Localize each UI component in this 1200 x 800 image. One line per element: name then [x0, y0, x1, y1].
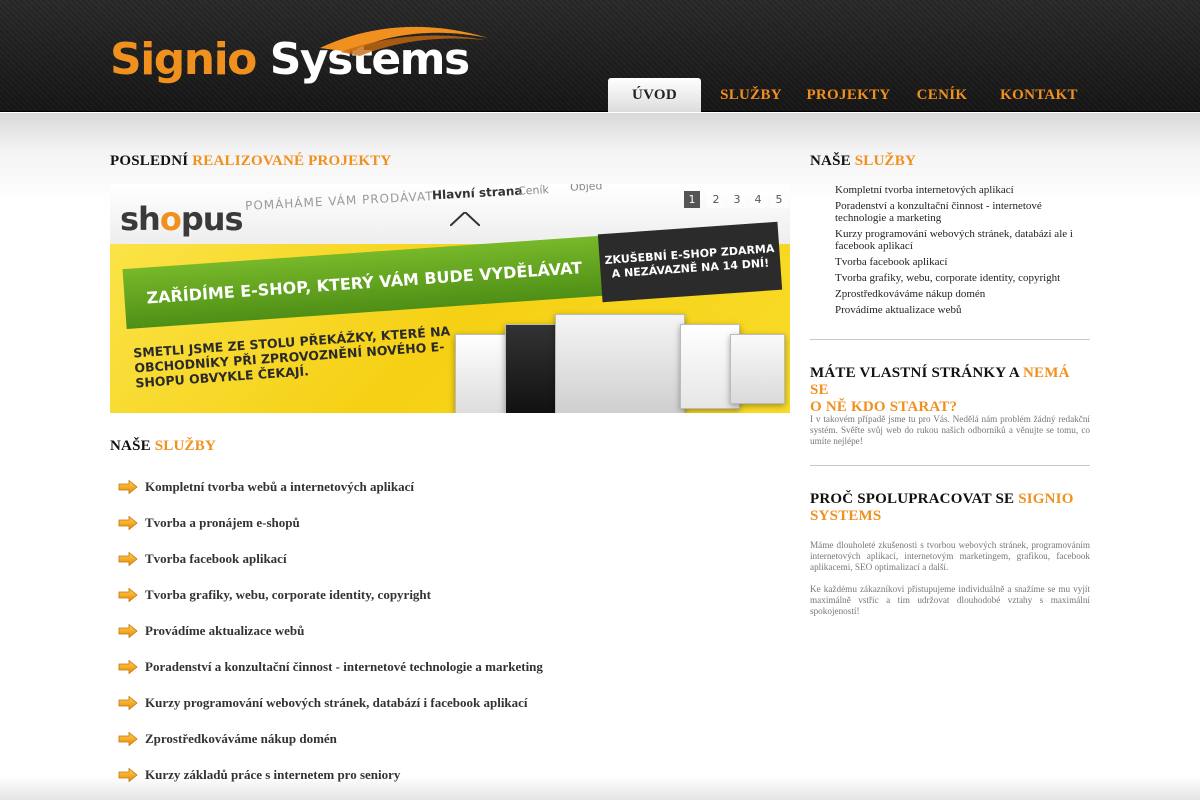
own-site-title: MÁTE VLASTNÍ STRÁNKY A NEMÁ SE O NĚ KDO …	[810, 365, 1090, 416]
slider-page-2[interactable]: 2	[706, 191, 726, 208]
service-list-item[interactable]: Poradenství a konzultační činnost - inte…	[118, 649, 543, 685]
main-nav: ÚVOD SLUŽBY PROJEKTY CENÍK KONTAKT	[608, 78, 1090, 112]
projects-slider[interactable]: shopus POMÁHÁME VÁM PRODÁVAT Hlavní stra…	[110, 184, 790, 413]
services-title-highlight: SLUŽBY	[154, 438, 216, 454]
services-title-prefix: NAŠE	[110, 438, 151, 454]
service-list-item-label: Kurzy základů práce s internetem pro sen…	[145, 767, 401, 782]
sidebar-divider	[810, 339, 1090, 340]
slide-menu-objed: Objed	[569, 184, 603, 194]
own-site-title-prefix: MÁTE VLASTNÍ STRÁNKY A	[810, 365, 1020, 381]
sidebar-services-list: Kompletní tvorba internetových aplikací …	[835, 184, 1090, 320]
why-text-1: Máme dlouholeté zkušenosti s tvorbou web…	[810, 540, 1090, 572]
service-list-item-label: Kurzy programování webových stránek, dat…	[145, 695, 528, 710]
arrow-right-icon	[118, 768, 138, 782]
nav-item-uvod[interactable]: ÚVOD	[608, 78, 701, 112]
service-list-item[interactable]: Kompletní tvorba webů a internetových ap…	[118, 469, 543, 505]
slider-page-5[interactable]: 5	[769, 191, 789, 208]
service-list-item[interactable]: Provádíme aktualizace webů	[118, 613, 543, 649]
sidebar-service-item[interactable]: Kompletní tvorba internetových aplikací	[835, 184, 1090, 196]
slider-page-1[interactable]: 1	[684, 191, 700, 208]
service-list-item-label: Kompletní tvorba webů a internetových ap…	[145, 479, 415, 494]
service-list-item[interactable]: Kurzy programování webových stránek, dat…	[118, 685, 543, 721]
slide-menu-main: Hlavní strana	[431, 184, 523, 203]
sidebar-service-item[interactable]: Zprostředkováváme nákup domén	[835, 288, 1090, 300]
slider-pager: 1 2 3 4 5	[684, 191, 789, 208]
sidebar-service-item[interactable]: Tvorba grafiky, webu, corporate identity…	[835, 272, 1090, 284]
service-list-item[interactable]: Tvorba grafiky, webu, corporate identity…	[118, 577, 543, 613]
service-list-item[interactable]: Tvorba facebook aplikací	[118, 541, 543, 577]
arrow-right-icon	[118, 588, 138, 602]
service-list-item-label: Zprostředkováváme nákup domén	[145, 731, 337, 746]
why-text-2: Ke každému zákazníkovi přistupujeme indi…	[810, 584, 1090, 616]
nav-item-cenik[interactable]: CENÍK	[896, 78, 988, 112]
arrow-right-icon	[118, 516, 138, 530]
slide-menu-pointer-icon	[450, 212, 480, 226]
services-list: Kompletní tvorba webů a internetových ap…	[118, 469, 543, 793]
service-list-item[interactable]: Zprostředkováváme nákup domén	[118, 721, 543, 757]
nav-item-kontakt[interactable]: KONTAKT	[988, 78, 1090, 112]
slide-tagline: POMÁHÁME VÁM PRODÁVAT	[244, 189, 434, 213]
arrow-right-icon	[118, 660, 138, 674]
nav-item-projekty[interactable]: PROJEKTY	[801, 78, 896, 112]
own-site-title-line2: O NĚ KDO STARAT?	[810, 399, 958, 415]
service-list-item-label: Tvorba facebook aplikací	[145, 551, 287, 566]
why-title: PROČ SPOLUPRACOVAT SE SIGNIO SYSTEMS	[810, 491, 1090, 525]
slide-promo-banner: ZKUŠEBNÍ E-SHOP ZDARMA A NEZÁVAZNĚ NA 14…	[597, 221, 783, 303]
sidebar-divider	[810, 465, 1090, 466]
sidebar-services-title-highlight: SLUŽBY	[854, 153, 916, 169]
sidebar-service-item[interactable]: Provádíme aktualizace webů	[835, 304, 1090, 316]
why-title-highlight: SIGNIO	[1018, 491, 1074, 507]
why-title-prefix: PROČ SPOLUPRACOVAT SE	[810, 491, 1015, 507]
site-logo[interactable]: Signio Systems	[110, 22, 490, 88]
logo-word-signio: Signio	[110, 34, 257, 85]
arrow-right-icon	[118, 732, 138, 746]
shopus-logo-o: o	[159, 200, 182, 238]
projects-title: POSLEDNÍ REALIZOVANÉ PROJEKTY	[110, 153, 391, 170]
slider-page-4[interactable]: 4	[748, 191, 768, 208]
service-list-item-label: Provádíme aktualizace webů	[145, 623, 305, 638]
projects-title-highlight: REALIZOVANÉ PROJEKTY	[192, 153, 392, 169]
shopus-logo-part: pus	[180, 200, 244, 238]
service-list-item[interactable]: Tvorba a pronájem e-shopů	[118, 505, 543, 541]
slide-menu-cenik: Ceník	[517, 184, 550, 198]
arrow-right-icon	[118, 552, 138, 566]
sidebar-service-item[interactable]: Poradenství a konzultační činnost - inte…	[835, 200, 1090, 224]
arrow-right-icon	[118, 624, 138, 638]
own-site-text: I v takovém případě jsme tu pro Vás. Ned…	[810, 414, 1090, 446]
logo-swoosh-icon	[320, 26, 488, 56]
sidebar-services-title-prefix: NAŠE	[810, 153, 851, 169]
slide-screenshots-image	[455, 304, 790, 413]
arrow-right-icon	[118, 696, 138, 710]
sidebar-services-title: NAŠE SLUŽBY	[810, 153, 916, 170]
service-list-item[interactable]: Kurzy základů práce s internetem pro sen…	[118, 757, 543, 793]
service-list-item-label: Tvorba grafiky, webu, corporate identity…	[145, 587, 431, 602]
arrow-right-icon	[118, 480, 138, 494]
shopus-logo-part: sh	[120, 200, 161, 238]
slider-page-3[interactable]: 3	[727, 191, 747, 208]
projects-title-prefix: POSLEDNÍ	[110, 153, 189, 169]
service-list-item-label: Tvorba a pronájem e-shopů	[145, 515, 300, 530]
nav-item-sluzby[interactable]: SLUŽBY	[701, 78, 801, 112]
sidebar-service-item[interactable]: Tvorba facebook aplikací	[835, 256, 1090, 268]
services-title: NAŠE SLUŽBY	[110, 438, 216, 455]
why-title-highlight2: SYSTEMS	[810, 508, 882, 524]
service-list-item-label: Poradenství a konzultační činnost - inte…	[145, 659, 543, 674]
sidebar-service-item[interactable]: Kurzy programování webových stránek, dat…	[835, 228, 1090, 252]
slide-shopus-logo: shopus	[120, 200, 244, 238]
